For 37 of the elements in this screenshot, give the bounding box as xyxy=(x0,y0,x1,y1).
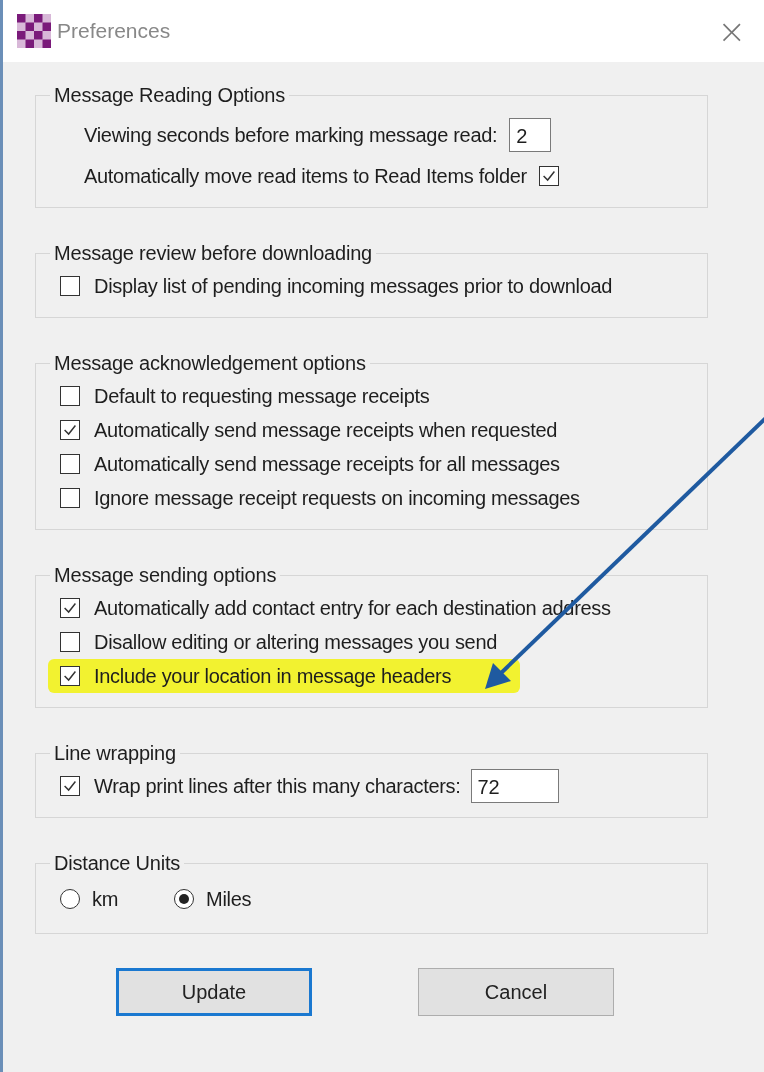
option-label: Automatically send message receipts for all messages xyxy=(94,452,560,476)
close-button[interactable]: × xyxy=(713,11,750,51)
option-label: Automatically move read items to Read Items folder xyxy=(84,164,527,188)
option-label: Automatically send message receipts when requested xyxy=(94,418,558,442)
option-label: Viewing seconds before marking message read: xyxy=(84,123,498,147)
checkered-icon xyxy=(17,14,51,48)
radio-label: km xyxy=(92,887,119,911)
group-title: Distance Units xyxy=(53,852,182,875)
option-label: Default to requesting message receipts xyxy=(94,384,430,408)
option-label: Display list of pending incoming messages prior to download xyxy=(94,274,613,298)
checkbox[interactable] xyxy=(60,488,80,508)
checkbox[interactable] xyxy=(60,386,80,406)
checkbox[interactable] xyxy=(60,598,80,618)
option-label: Include your location in message headers xyxy=(94,664,452,688)
option-label: Disallow editing or altering messages you send xyxy=(94,630,498,654)
group-title: Message review before downloading xyxy=(53,242,374,265)
checkbox[interactable] xyxy=(60,420,80,440)
group-title: Line wrapping xyxy=(53,742,177,765)
checkbox[interactable] xyxy=(60,454,80,474)
group-title: Message Reading Options xyxy=(53,84,287,107)
option-label: Ignore message receipt requests on incoming messages xyxy=(94,486,580,510)
group-title: Message sending options xyxy=(53,564,278,587)
group-title: Message acknowledgement options xyxy=(53,352,367,375)
number-field[interactable]: 2 xyxy=(509,118,552,152)
option-label: Wrap print lines after this many characters: xyxy=(94,774,461,798)
checkbox[interactable] xyxy=(60,276,80,296)
window-title: Preferences xyxy=(57,19,171,43)
update-button[interactable]: Update xyxy=(116,968,312,1016)
radio-label: Miles xyxy=(206,887,252,911)
checkbox[interactable] xyxy=(539,166,559,186)
checkbox[interactable] xyxy=(60,776,80,796)
radio-button[interactable] xyxy=(174,889,195,909)
cancel-button[interactable]: Cancel xyxy=(418,968,614,1016)
radio-button[interactable] xyxy=(60,889,80,909)
checkbox[interactable] xyxy=(60,632,80,652)
number-field[interactable]: 72 xyxy=(470,769,559,803)
checkbox[interactable] xyxy=(60,666,80,686)
